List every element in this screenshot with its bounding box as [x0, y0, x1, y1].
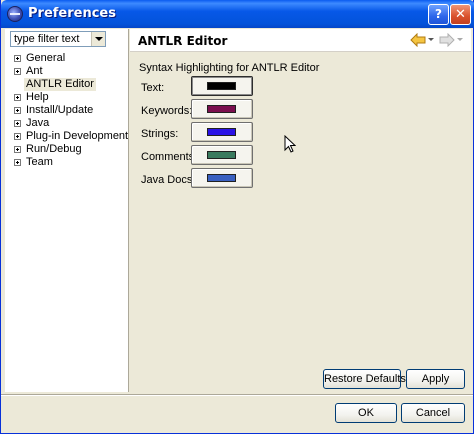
eclipse-icon [7, 6, 23, 22]
mouse-pointer-icon [284, 134, 297, 153]
color-swatch [207, 82, 236, 90]
tree-item-general[interactable]: General [5, 52, 129, 65]
forward-history-dropdown-icon[interactable] [457, 38, 463, 41]
tree-item-run-debug[interactable]: Run/Debug [5, 143, 129, 156]
back-history-dropdown-icon[interactable] [428, 38, 434, 41]
restore-defaults-button[interactable]: Restore Defaults [323, 369, 406, 389]
text-color-button[interactable] [191, 76, 253, 96]
tree-item-label[interactable]: Run/Debug [26, 143, 82, 156]
expand-icon[interactable] [14, 94, 21, 101]
title-bar[interactable]: Preferences ? ✕ [1, 0, 474, 28]
preferences-tree-pane: type filter text General Ant ANTLR Edito… [5, 29, 129, 392]
tree-item-label[interactable]: Ant [26, 65, 43, 78]
expand-icon[interactable] [14, 68, 21, 75]
tree-item-label[interactable]: General [26, 52, 65, 65]
strings-color-button[interactable] [191, 122, 253, 142]
back-arrow-icon[interactable] [410, 32, 426, 48]
cancel-button[interactable]: Cancel [401, 403, 465, 423]
tree-item-label[interactable]: Team [26, 156, 53, 169]
tree-item-ant[interactable]: Ant [5, 65, 129, 78]
tree-item-label[interactable]: Install/Update [26, 104, 93, 117]
strings-color-label: Strings: [141, 128, 179, 140]
tree-item-help[interactable]: Help [5, 91, 129, 104]
apply-button[interactable]: Apply [406, 369, 465, 389]
text-color-label: Text: [141, 82, 165, 94]
javadocs-color-button[interactable] [191, 168, 253, 188]
page-header: ANTLR Editor [130, 29, 471, 52]
tree-item-team[interactable]: Team [5, 156, 129, 169]
comments-color-button[interactable] [191, 145, 253, 165]
expand-icon[interactable] [14, 107, 21, 114]
chevron-down-icon[interactable] [91, 32, 105, 46]
footer-separator [1, 394, 473, 396]
expand-icon[interactable] [14, 55, 21, 62]
color-swatch [207, 128, 236, 136]
preferences-tree: General Ant ANTLR Editor Help Install/Up… [5, 52, 129, 169]
help-button[interactable]: ? [428, 4, 449, 25]
javadocs-color-label: Java Docs: [141, 174, 196, 186]
filter-combo[interactable]: type filter text [10, 31, 106, 47]
forward-arrow-icon[interactable] [439, 32, 455, 48]
window-title: Preferences [28, 6, 116, 21]
preferences-window: Preferences ? ✕ type filter text General… [0, 0, 474, 434]
color-swatch [207, 174, 236, 182]
expand-icon[interactable] [14, 133, 21, 140]
preference-page: ANTLR Editor Syntax Highlighting for ANT… [130, 29, 471, 392]
section-label: Syntax Highlighting for ANTLR Editor [139, 62, 320, 74]
filter-input[interactable]: type filter text [14, 33, 79, 45]
tree-item-install-update[interactable]: Install/Update [5, 104, 129, 117]
ok-button[interactable]: OK [335, 403, 397, 423]
tree-item-label[interactable]: ANTLR Editor [24, 78, 96, 91]
close-button[interactable]: ✕ [450, 4, 471, 25]
color-swatch [207, 105, 236, 113]
color-swatch [207, 151, 236, 159]
expand-icon[interactable] [14, 120, 21, 127]
tree-item-label[interactable]: Help [26, 91, 49, 104]
comments-color-label: Comments: [141, 151, 198, 163]
keywords-color-label: Keywords: [141, 105, 193, 117]
expand-icon[interactable] [14, 159, 21, 166]
tree-item-java[interactable]: Java [5, 117, 129, 130]
tree-item-antlr-editor[interactable]: ANTLR Editor [5, 78, 129, 91]
expand-icon[interactable] [14, 146, 21, 153]
tree-item-plugin-development[interactable]: Plug-in Development [5, 130, 129, 143]
tree-item-label[interactable]: Java [26, 117, 49, 130]
keywords-color-button[interactable] [191, 99, 253, 119]
tree-item-label[interactable]: Plug-in Development [26, 130, 128, 143]
page-title: ANTLR Editor [138, 34, 228, 48]
